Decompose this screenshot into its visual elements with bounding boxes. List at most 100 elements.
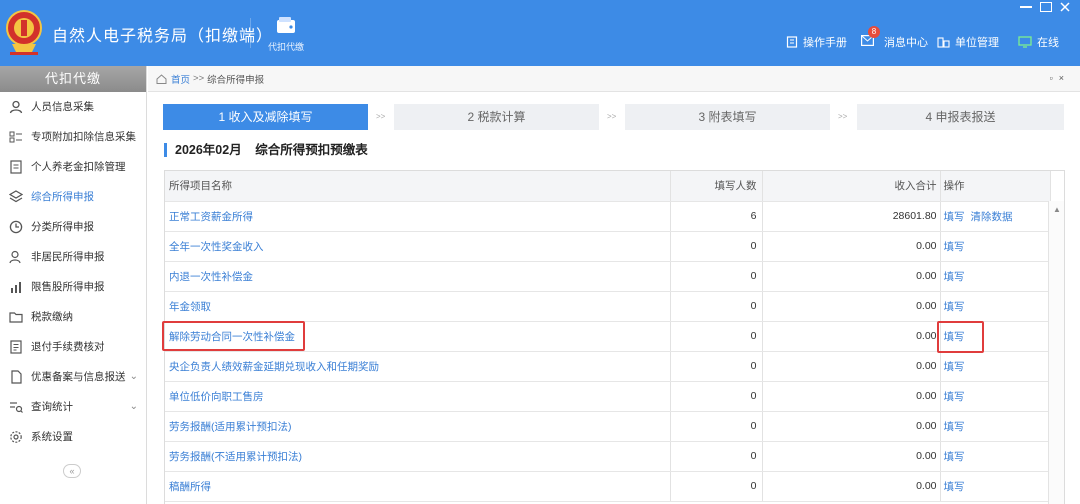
cell-name: 劳务报酬(不适用累计预扣法) — [165, 441, 671, 472]
income-item-link[interactable]: 劳务报酬(适用累计预扣法) — [169, 421, 292, 433]
income-item-link[interactable]: 稿酬所得 — [169, 481, 211, 493]
cell-sum: 0.00 — [762, 291, 941, 322]
breadcrumb-current: 综合所得申报 — [207, 74, 265, 86]
app-header: 自然人电子税务局（扣缴端） 代扣代缴 操作手册 8 消息中心 单位管理 在线 — [0, 0, 1080, 66]
income-item-link[interactable]: 内退一次性补偿金 — [169, 271, 253, 283]
fill-in-link[interactable]: 填写 — [944, 481, 965, 493]
step-tax-calc[interactable]: 2 税款计算 — [394, 104, 599, 130]
minimize-icon[interactable] — [1020, 2, 1032, 8]
income-item-link[interactable]: 年金领取 — [169, 301, 211, 313]
sidebar-item-query-stats[interactable]: 查询统计 ⌄ — [0, 392, 146, 422]
unit-management-label: 单位管理 — [955, 37, 999, 49]
book-icon — [786, 36, 798, 48]
message-center-link[interactable]: 8 消息中心 — [861, 26, 928, 50]
breadcrumb-separator: >> — [193, 73, 205, 84]
window-controls — [1020, 2, 1072, 12]
table-row: 劳务报酬(不适用累计预扣法) 0 0.00 填写 — [165, 441, 1051, 472]
table-row: 内退一次性补偿金 0 0.00 填写 — [165, 261, 1051, 292]
step-arrow-icon: >> — [376, 112, 386, 121]
sidebar-collapse-button[interactable]: « — [63, 464, 81, 478]
query-icon — [10, 402, 23, 413]
table-row: 央企负责人绩效薪金延期兑现收入和任期奖励 0 0.00 填写 — [165, 351, 1051, 382]
sidebar-item-label: 税款缴纳 — [31, 311, 73, 323]
bar-chart-icon — [11, 282, 21, 293]
sidebar-item-restricted-stock[interactable]: 限售股所得申报 — [0, 272, 146, 302]
maximize-icon[interactable] — [1040, 2, 1052, 12]
sidebar-item-settings[interactable]: 系统设置 — [0, 422, 146, 452]
fill-in-link[interactable]: 填写 — [944, 271, 965, 283]
sidebar-item-label: 非居民所得申报 — [31, 251, 105, 263]
close-tab-icon[interactable]: × — [1059, 73, 1070, 83]
clear-data-link[interactable]: 清除数据 — [971, 211, 1013, 223]
manual-link[interactable]: 操作手册 — [786, 34, 847, 50]
close-icon[interactable] — [1060, 2, 1072, 12]
income-item-link[interactable]: 解除劳动合同一次性补偿金 — [169, 331, 295, 343]
sidebar-item-classified[interactable]: 分类所得申报 — [0, 212, 146, 242]
fill-in-link[interactable]: 填写 — [944, 241, 965, 253]
fill-in-link[interactable]: 填写 — [944, 301, 965, 313]
cell-op: 填写 — [940, 381, 1051, 412]
table-body: 正常工资薪金所得 6 28601.80 填写 清除数据 全年一次性奖金收入 0 0.00 填写内… — [165, 201, 1051, 502]
col-header-count: 填写人数 — [670, 171, 763, 202]
sidebar-item-label: 专项附加扣除信息采集 — [31, 131, 136, 143]
fill-in-link[interactable]: 填写 — [944, 451, 965, 463]
online-status[interactable]: 在线 — [1018, 34, 1059, 50]
app-title: 自然人电子税务局（扣缴端） — [52, 28, 274, 45]
income-item-link[interactable]: 劳务报酬(不适用累计预扣法) — [169, 451, 302, 463]
form-period: 2026年02月 — [175, 143, 242, 157]
sidebar-item-label: 人员信息采集 — [31, 101, 94, 113]
sidebar-item-refund-fee[interactable]: 退付手续费核对 — [0, 332, 146, 362]
scroll-up-icon[interactable]: ▲ — [1053, 205, 1061, 214]
sidebar-item-preferential-filing[interactable]: 优惠备案与信息报送 ⌄ — [0, 362, 146, 392]
step-income-deduction[interactable]: 1 收入及减除填写 — [163, 104, 368, 130]
sidebar-item-special-deduction[interactable]: 专项附加扣除信息采集 — [0, 122, 146, 152]
monitor-icon — [1018, 36, 1032, 48]
col-header-op: 操作 — [940, 171, 1051, 202]
table-row: 劳务报酬(适用累计预扣法) 0 0.00 填写 — [165, 411, 1051, 442]
cell-name: 稿酬所得 — [165, 471, 671, 502]
cell-name: 内退一次性补偿金 — [165, 261, 671, 292]
fill-in-link[interactable]: 填写 — [944, 211, 965, 223]
step-indicator: 1 收入及减除填写 >> 2 税款计算 >> 3 附表填写 >> 4 申报表报送 — [163, 104, 1064, 130]
cell-name: 劳务报酬(适用累计预扣法) — [165, 411, 671, 442]
cell-sum: 0.00 — [762, 471, 941, 502]
cell-sum: 0.00 — [762, 411, 941, 442]
col-header-sum: 收入合计 — [762, 171, 941, 202]
income-item-link[interactable]: 单位低价向职工售房 — [169, 391, 264, 403]
cell-count: 0 — [670, 291, 763, 322]
online-status-label: 在线 — [1037, 37, 1059, 49]
sidebar-item-personnel[interactable]: 人员信息采集 — [0, 92, 146, 122]
cell-count: 0 — [670, 471, 763, 502]
tax-emblem-icon — [6, 10, 42, 55]
sidebar-item-comprehensive[interactable]: 综合所得申报 — [0, 182, 146, 212]
table-scrollbar[interactable]: ▲ — [1048, 201, 1064, 504]
step-attachment[interactable]: 3 附表填写 — [625, 104, 830, 130]
cell-count: 0 — [670, 351, 763, 382]
sidebar: 代扣代缴 人员信息采集 专项附加扣除信息采集 个人养老金扣除管理 综合所得申报 … — [0, 66, 147, 504]
unit-management-link[interactable]: 单位管理 — [937, 34, 999, 50]
sidebar-item-pension[interactable]: 个人养老金扣除管理 — [0, 152, 146, 182]
sidebar-title: 代扣代缴 — [0, 66, 146, 92]
fill-in-link[interactable]: 填写 — [944, 421, 965, 433]
step-submit[interactable]: 4 申报表报送 — [857, 104, 1064, 130]
fill-in-link[interactable]: 填写 — [944, 361, 965, 373]
main-content: 首页 >> 综合所得申报 ▫× 1 收入及减除填写 >> 2 税款计算 >> 3… — [148, 66, 1080, 504]
restore-icon[interactable]: ▫ — [1050, 73, 1059, 83]
fill-in-link[interactable]: 填写 — [944, 391, 965, 403]
sidebar-item-nonresident[interactable]: 非居民所得申报 — [0, 242, 146, 272]
cell-name: 解除劳动合同一次性补偿金 — [165, 321, 671, 352]
wallet-icon — [277, 17, 295, 33]
fill-in-link[interactable]: 填写 — [944, 331, 965, 343]
income-item-link[interactable]: 全年一次性奖金收入 — [169, 241, 264, 253]
doc-icon — [10, 160, 22, 174]
income-item-link[interactable]: 正常工资薪金所得 — [169, 211, 253, 223]
clock-icon — [9, 220, 23, 234]
sidebar-item-tax-payment[interactable]: 税款缴纳 — [0, 302, 146, 332]
tab-controls: ▫× — [1050, 73, 1070, 83]
cell-sum: 0.00 — [762, 321, 941, 352]
nav-withholding-button[interactable]: 代扣代缴 — [262, 16, 310, 53]
income-item-link[interactable]: 央企负责人绩效薪金延期兑现收入和任期奖励 — [169, 361, 379, 373]
breadcrumb-home-link[interactable]: 首页 — [171, 72, 190, 86]
breadcrumb: 首页 >> 综合所得申报 — [148, 66, 1080, 92]
sidebar-item-label: 分类所得申报 — [31, 221, 94, 233]
